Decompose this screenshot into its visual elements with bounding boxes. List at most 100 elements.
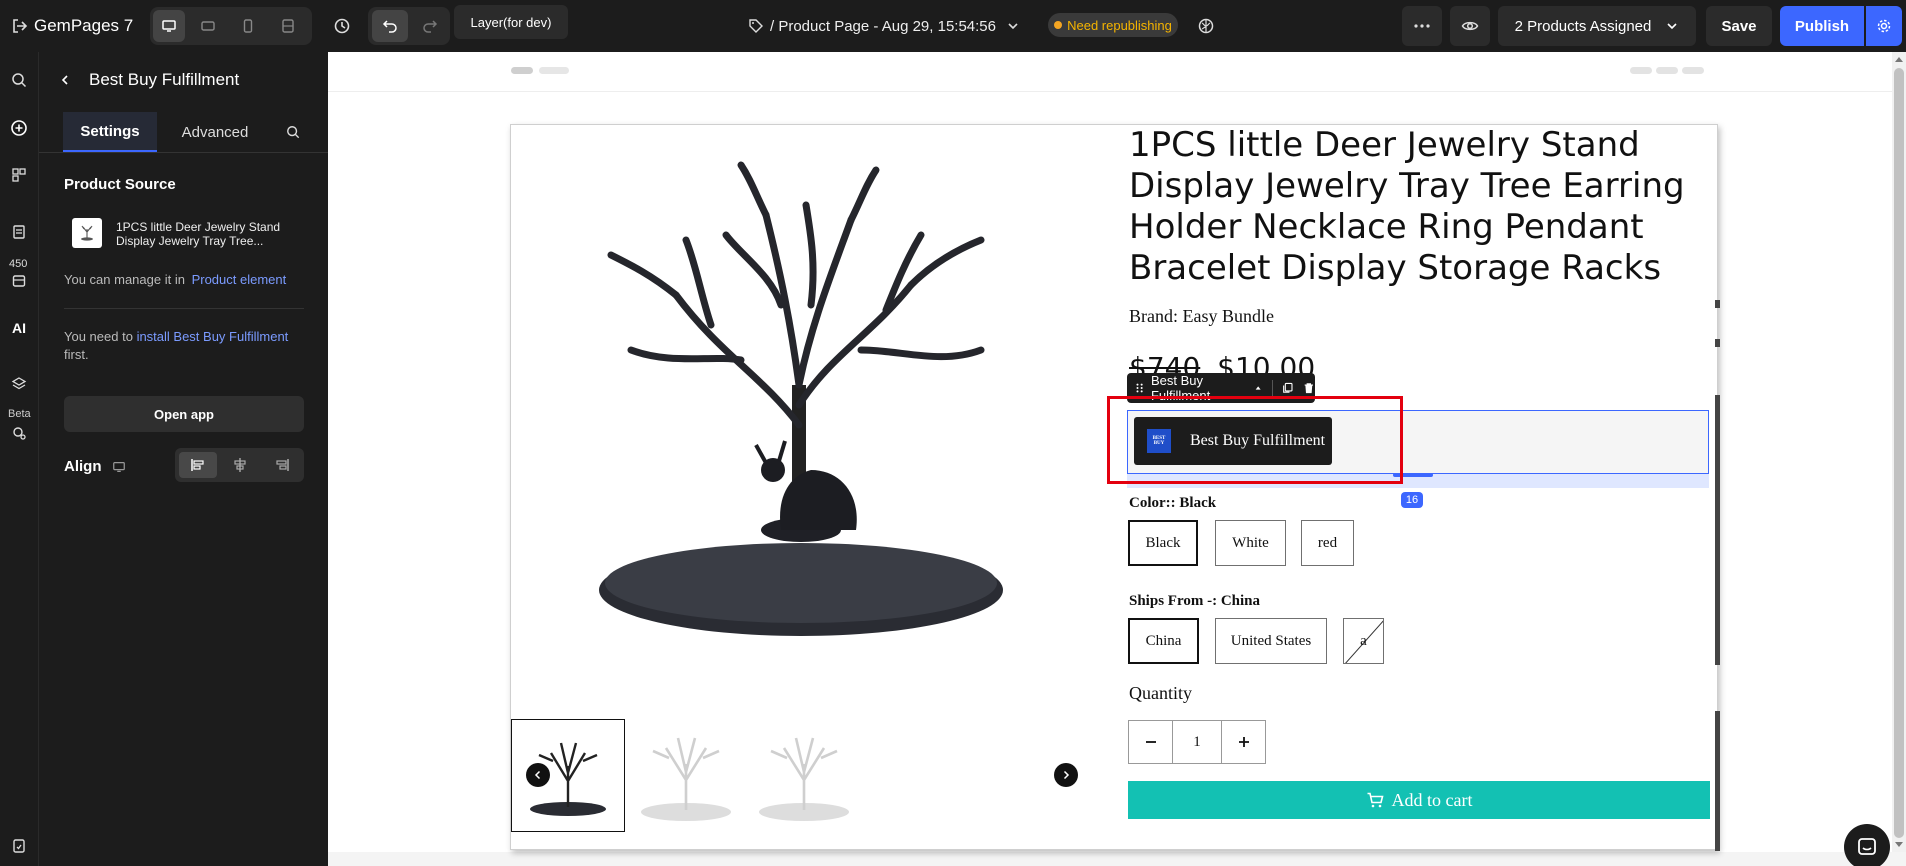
desktop-view-button[interactable] [153, 10, 185, 42]
ships-option-label: a [1360, 632, 1367, 649]
chat-support-button[interactable] [1844, 824, 1890, 866]
quantity-increase-button[interactable] [1221, 721, 1266, 763]
rail-help[interactable] [0, 831, 38, 861]
quantity-input[interactable]: 1 [1173, 721, 1221, 763]
toolbar-divider [1271, 380, 1273, 396]
rail-ai[interactable]: AI [0, 313, 38, 343]
thumbnail-next-button[interactable] [1054, 763, 1078, 787]
rail-search[interactable] [0, 65, 38, 95]
rail-pages[interactable] [0, 217, 38, 247]
align-left-button[interactable] [179, 452, 217, 478]
tablet-icon [201, 21, 215, 31]
pages-icon [13, 225, 25, 239]
rail-sections[interactable] [0, 160, 38, 190]
add-to-cart-label: Add to cart [1391, 789, 1473, 810]
highlight-box [1107, 396, 1403, 484]
duplicate-icon[interactable] [1282, 381, 1294, 395]
redo-button[interactable] [412, 10, 448, 42]
caret-up-icon [1255, 386, 1261, 390]
layer-dev-button[interactable]: Layer(for dev) [454, 5, 568, 39]
add-to-cart-button[interactable]: Add to cart [1128, 781, 1710, 819]
history-button[interactable] [326, 10, 358, 42]
publish-settings-button[interactable] [1866, 6, 1902, 46]
thumbnail-item[interactable] [629, 719, 743, 832]
ships-option-china[interactable]: China [1128, 618, 1199, 664]
chat-icon [1858, 838, 1876, 855]
tablet-view-button[interactable] [192, 10, 224, 42]
open-app-label: Open app [154, 406, 214, 422]
install-suffix: first. [64, 347, 89, 362]
eye-icon [1461, 21, 1479, 31]
mobile-view-button[interactable] [232, 10, 264, 42]
chevron-left-icon [61, 75, 68, 85]
delete-icon[interactable] [1303, 381, 1315, 395]
panel-title: Best Buy Fulfillment [89, 70, 240, 89]
section-edge-shadow [1715, 395, 1720, 665]
canvas-scrollbar-thumb[interactable] [1894, 68, 1904, 838]
panel-search-button[interactable] [281, 120, 305, 144]
deer-tree-white-thumbnail [641, 737, 731, 821]
thumbnail-prev-button[interactable] [526, 763, 550, 787]
mobile-icon [243, 19, 253, 33]
manage-text-row: You can manage it in Product element [64, 272, 286, 287]
undo-button[interactable] [372, 10, 408, 42]
minus-icon [1145, 741, 1156, 743]
products-assigned-button[interactable]: 2 Products Assigned [1498, 6, 1696, 46]
rail-layers[interactable] [0, 369, 38, 399]
ships-option-unavailable[interactable]: a [1343, 618, 1384, 664]
page-title: / Product Page - Aug 29, 15:54:56 [770, 17, 996, 35]
publish-label: Publish [1794, 17, 1850, 35]
section-edge-shadow [1715, 711, 1720, 851]
community-button[interactable] [1190, 10, 1222, 42]
ships-option-label: China [1145, 632, 1182, 649]
color-option-white[interactable]: White [1215, 520, 1286, 566]
quantity-decrease-button[interactable] [1129, 721, 1173, 763]
tab-settings-label: Settings [80, 122, 140, 140]
product-section[interactable]: 1PCS little Deer Jewelry Stand Display J… [510, 124, 1720, 851]
rail-apps[interactable] [0, 266, 38, 296]
redo-icon [423, 20, 438, 33]
settings-beta-icon [13, 427, 26, 440]
products-assigned-label: 2 Products Assigned [1514, 17, 1652, 35]
exit-button[interactable] [8, 14, 32, 38]
preview-button[interactable] [1450, 6, 1490, 46]
product-source-name: 1PCS little Deer Jewelry Stand Display J… [116, 220, 281, 248]
scroll-down-arrow[interactable] [1894, 840, 1904, 850]
spacing-badge: 16 [1401, 492, 1423, 508]
product-source-card[interactable]: 1PCS little Deer Jewelry Stand Display J… [64, 216, 304, 256]
align-center-icon [234, 458, 246, 472]
rail-add-element[interactable] [0, 113, 38, 143]
more-options-button[interactable] [1402, 6, 1442, 46]
skeleton-bar [1682, 67, 1704, 74]
publish-button[interactable]: Publish [1780, 6, 1864, 46]
color-option-label: red [1317, 534, 1338, 551]
page-selector[interactable]: / Product Page - Aug 29, 15:54:56 [748, 10, 1020, 42]
scroll-up-arrow[interactable] [1894, 54, 1904, 64]
open-app-button[interactable]: Open app [64, 396, 304, 432]
thumbnail-item[interactable] [747, 719, 861, 832]
chevron-left-icon [534, 770, 541, 780]
left-rail: 450 AI Beta [0, 52, 38, 866]
install-app-link[interactable]: install Best Buy Fulfillment [137, 329, 289, 344]
align-center-button[interactable] [221, 452, 259, 478]
panel-back-button[interactable] [53, 68, 77, 92]
quantity-stepper: 1 [1128, 720, 1266, 764]
desktop-icon [112, 461, 125, 472]
rail-beta-feature[interactable] [0, 418, 38, 448]
align-label: Align [64, 458, 126, 475]
gear-icon [1877, 19, 1891, 33]
tab-advanced[interactable]: Advanced [165, 112, 265, 152]
color-option-red[interactable]: red [1301, 520, 1354, 566]
fullscreen-view-button[interactable] [272, 10, 304, 42]
exit-icon [13, 19, 28, 33]
save-button[interactable]: Save [1706, 6, 1772, 46]
layers-icon [11, 377, 27, 390]
product-main-image[interactable] [511, 125, 1111, 715]
align-right-button[interactable] [263, 452, 301, 478]
ships-from-label: Ships From -: China [1129, 593, 1261, 609]
tab-settings[interactable]: Settings [63, 112, 157, 152]
save-label: Save [1721, 17, 1757, 35]
ships-option-united-states[interactable]: United States [1215, 618, 1327, 664]
color-option-black[interactable]: Black [1128, 520, 1198, 566]
product-element-link[interactable]: Product element [192, 272, 287, 287]
